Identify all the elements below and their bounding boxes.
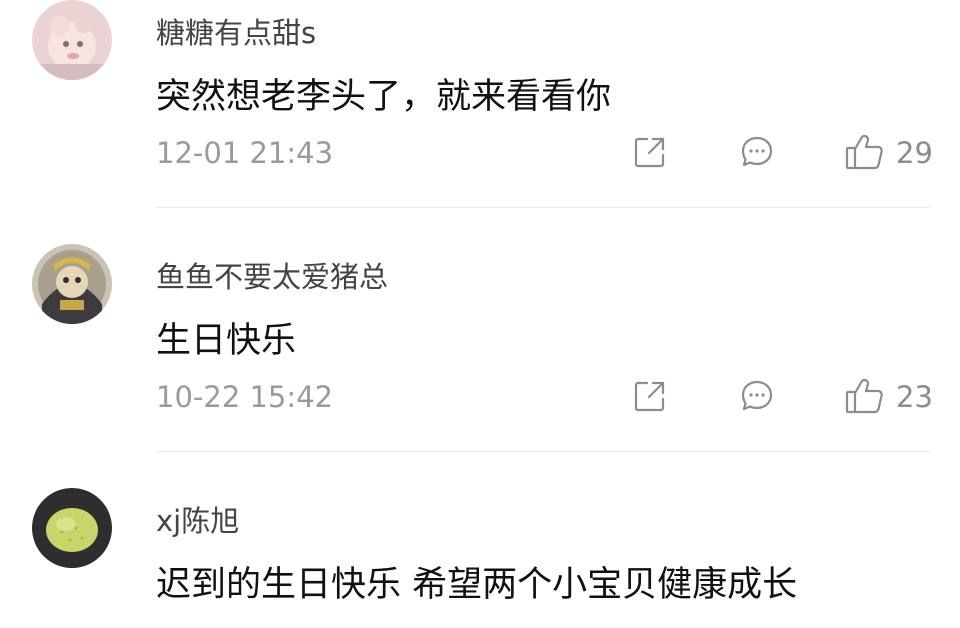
comment-bubble-icon[interactable] (739, 378, 775, 414)
share-icon[interactable] (633, 135, 667, 169)
comment-text: 迟到的生日快乐 希望两个小宝贝健康成长 (156, 565, 798, 605)
comment-text: 突然想老李头了，就来看看你 (156, 77, 612, 117)
comment-time: 10-22 15:42 (156, 380, 334, 414)
avatar[interactable] (32, 0, 112, 80)
divider (156, 451, 930, 452)
username[interactable]: 糖糖有点甜s (156, 10, 316, 52)
thumbs-up-icon[interactable] (844, 133, 884, 171)
comment-bubble-icon[interactable] (739, 134, 775, 170)
avatar[interactable] (32, 488, 112, 568)
avatar[interactable] (32, 244, 112, 324)
share-icon[interactable] (633, 379, 667, 413)
comment-item: 糖糖有点甜s 突然想老李头了，就来看看你 12-01 21:43 29 (0, 0, 960, 208)
username[interactable]: xj陈旭 (156, 498, 239, 540)
comment-text: 生日快乐 (156, 321, 297, 361)
username[interactable]: 鱼鱼不要太爱猪总 (156, 254, 388, 296)
like-count: 29 (896, 136, 933, 170)
comment-time: 12-01 21:43 (156, 136, 334, 170)
like-count: 23 (896, 380, 933, 414)
thumbs-up-icon[interactable] (844, 377, 884, 415)
divider (156, 207, 930, 208)
